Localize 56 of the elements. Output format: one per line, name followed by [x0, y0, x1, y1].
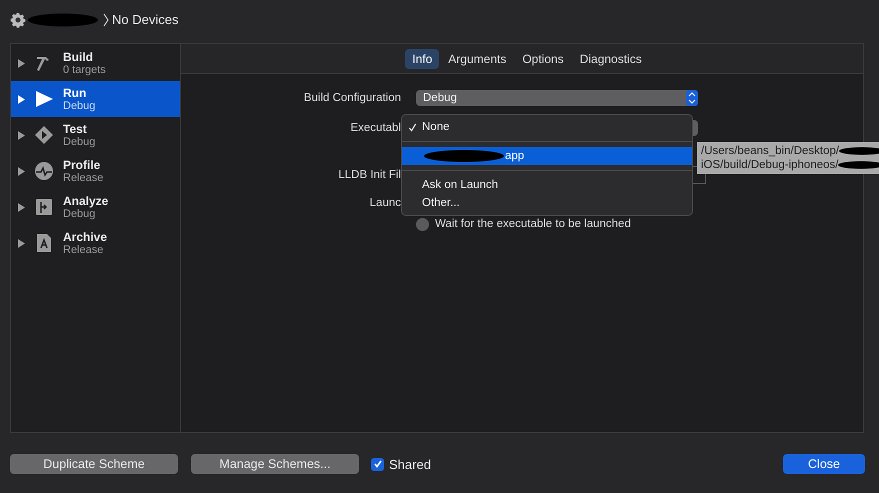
action-configuration: Debug	[63, 208, 96, 220]
menu-item[interactable]: Ask on Launch	[402, 176, 692, 194]
disclosure-icon[interactable]	[18, 166, 25, 176]
scheme-action-item[interactable]: Run Debug	[11, 81, 180, 117]
scheme-action-item[interactable]: Profile Release	[11, 153, 180, 189]
disclosure-icon[interactable]	[18, 130, 25, 140]
close-button[interactable]: Close	[783, 454, 865, 474]
chevron-icon	[103, 12, 109, 26]
action-configuration: Release	[63, 172, 104, 184]
scheme-action-item[interactable]: Analyze Debug	[11, 189, 180, 225]
action-name: Build	[63, 50, 94, 64]
tab[interactable]: Diagnostics	[572, 48, 649, 68]
redaction-mark	[839, 145, 879, 157]
app-store-icon	[34, 233, 54, 253]
action-configuration: Release	[63, 244, 104, 256]
action-configuration: 0 targets	[63, 64, 106, 76]
menu-item[interactable]: None	[402, 118, 692, 142]
action-configuration: Debug	[63, 136, 96, 148]
tab[interactable]: Info	[405, 48, 440, 68]
field-label: Build Configuration	[302, 92, 401, 104]
shared-checkbox[interactable]	[371, 458, 384, 470]
tab[interactable]: Arguments	[441, 48, 514, 68]
redaction-mark	[838, 159, 879, 171]
scheme-action-item[interactable]: Test Debug	[11, 117, 180, 153]
branch-icon	[34, 197, 54, 217]
diamond-play-icon	[34, 125, 54, 145]
field-label: Launc	[368, 197, 401, 209]
gear-icon[interactable]	[10, 12, 26, 28]
play-icon	[34, 89, 54, 109]
disclosure-icon[interactable]	[18, 94, 25, 104]
disclosure-icon[interactable]	[18, 238, 25, 248]
scheme-button[interactable]: Manage Schemes...	[191, 454, 359, 474]
build-configuration-popup[interactable]: Debug	[416, 90, 698, 106]
scheme-button[interactable]: Duplicate Scheme	[10, 454, 178, 474]
radio-button[interactable]	[416, 218, 429, 230]
action-name: Analyze	[63, 194, 108, 208]
action-name: Profile	[63, 158, 102, 172]
wait-radio-option[interactable]: Wait for the executable to be launched	[416, 218, 631, 230]
menu-item[interactable]: app	[402, 147, 692, 171]
menu-item[interactable]: Other...	[402, 194, 692, 212]
tab[interactable]: Options	[515, 48, 571, 68]
action-name: Run	[63, 86, 88, 100]
field-label: Executabl	[349, 122, 401, 134]
field-label: LLDB Init Fil	[337, 169, 401, 181]
stepper-icon	[686, 90, 698, 106]
action-name: Test	[63, 122, 88, 136]
action-configuration: Debug	[63, 100, 96, 112]
destination-label[interactable]: No Devices	[112, 12, 178, 27]
pulse-icon	[34, 161, 54, 181]
scheme-action-item[interactable]: Build 0 targets	[11, 45, 180, 81]
scheme-action-item[interactable]: Archive Release	[11, 225, 180, 261]
shared-label: Shared	[389, 456, 431, 472]
path-tooltip: /Users/beans_bin/Desktop/ iOS/build/Debug-iphoneos/	[697, 142, 879, 174]
disclosure-icon[interactable]	[18, 58, 25, 68]
action-name: Archive	[63, 230, 108, 244]
disclosure-icon[interactable]	[18, 202, 25, 212]
